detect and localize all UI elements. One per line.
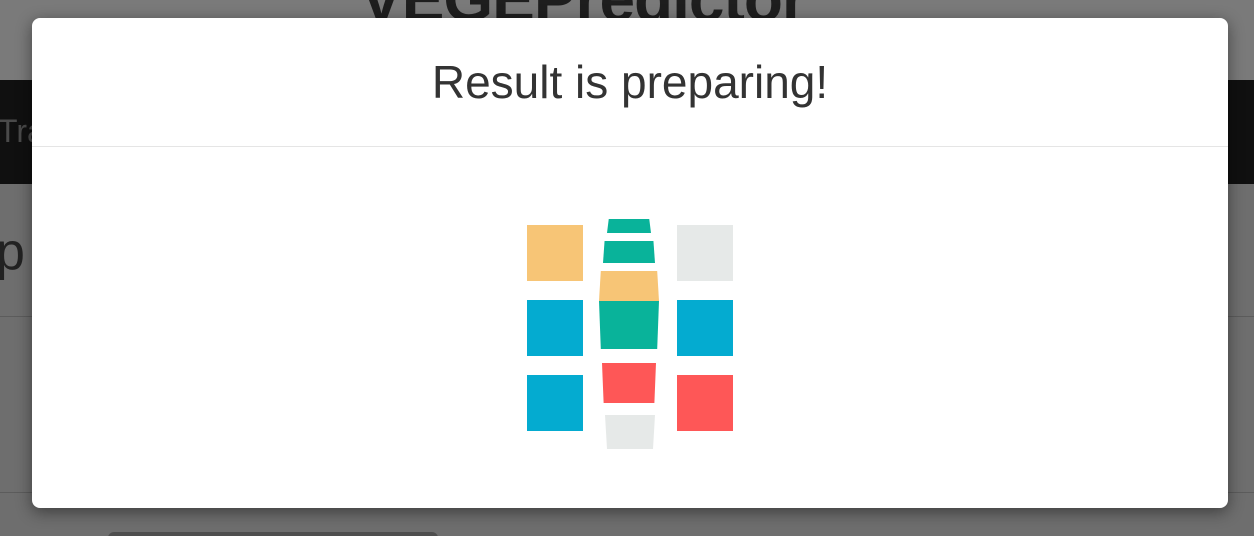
loader-square — [527, 300, 583, 356]
result-modal: Result is preparing! — [32, 18, 1228, 508]
modal-header: Result is preparing! — [32, 18, 1228, 147]
background-heading: p — [0, 223, 25, 281]
loader-square — [599, 271, 659, 301]
loader-square — [677, 300, 733, 356]
modal-title: Result is preparing! — [431, 56, 829, 108]
background-input-field — [108, 532, 438, 536]
loader-square — [527, 375, 583, 431]
page: VEGEPredictor Tra p Result is preparing! — [0, 0, 1254, 536]
loader-square — [603, 241, 655, 263]
loader-square — [677, 375, 733, 431]
loader-square — [527, 225, 583, 281]
loader-square — [602, 363, 656, 403]
loading-spinner — [32, 147, 1228, 508]
loader-square — [605, 415, 655, 449]
loader-square — [599, 301, 659, 349]
modal-body — [32, 147, 1228, 508]
loader-square — [607, 219, 651, 233]
loader-square — [677, 225, 733, 281]
